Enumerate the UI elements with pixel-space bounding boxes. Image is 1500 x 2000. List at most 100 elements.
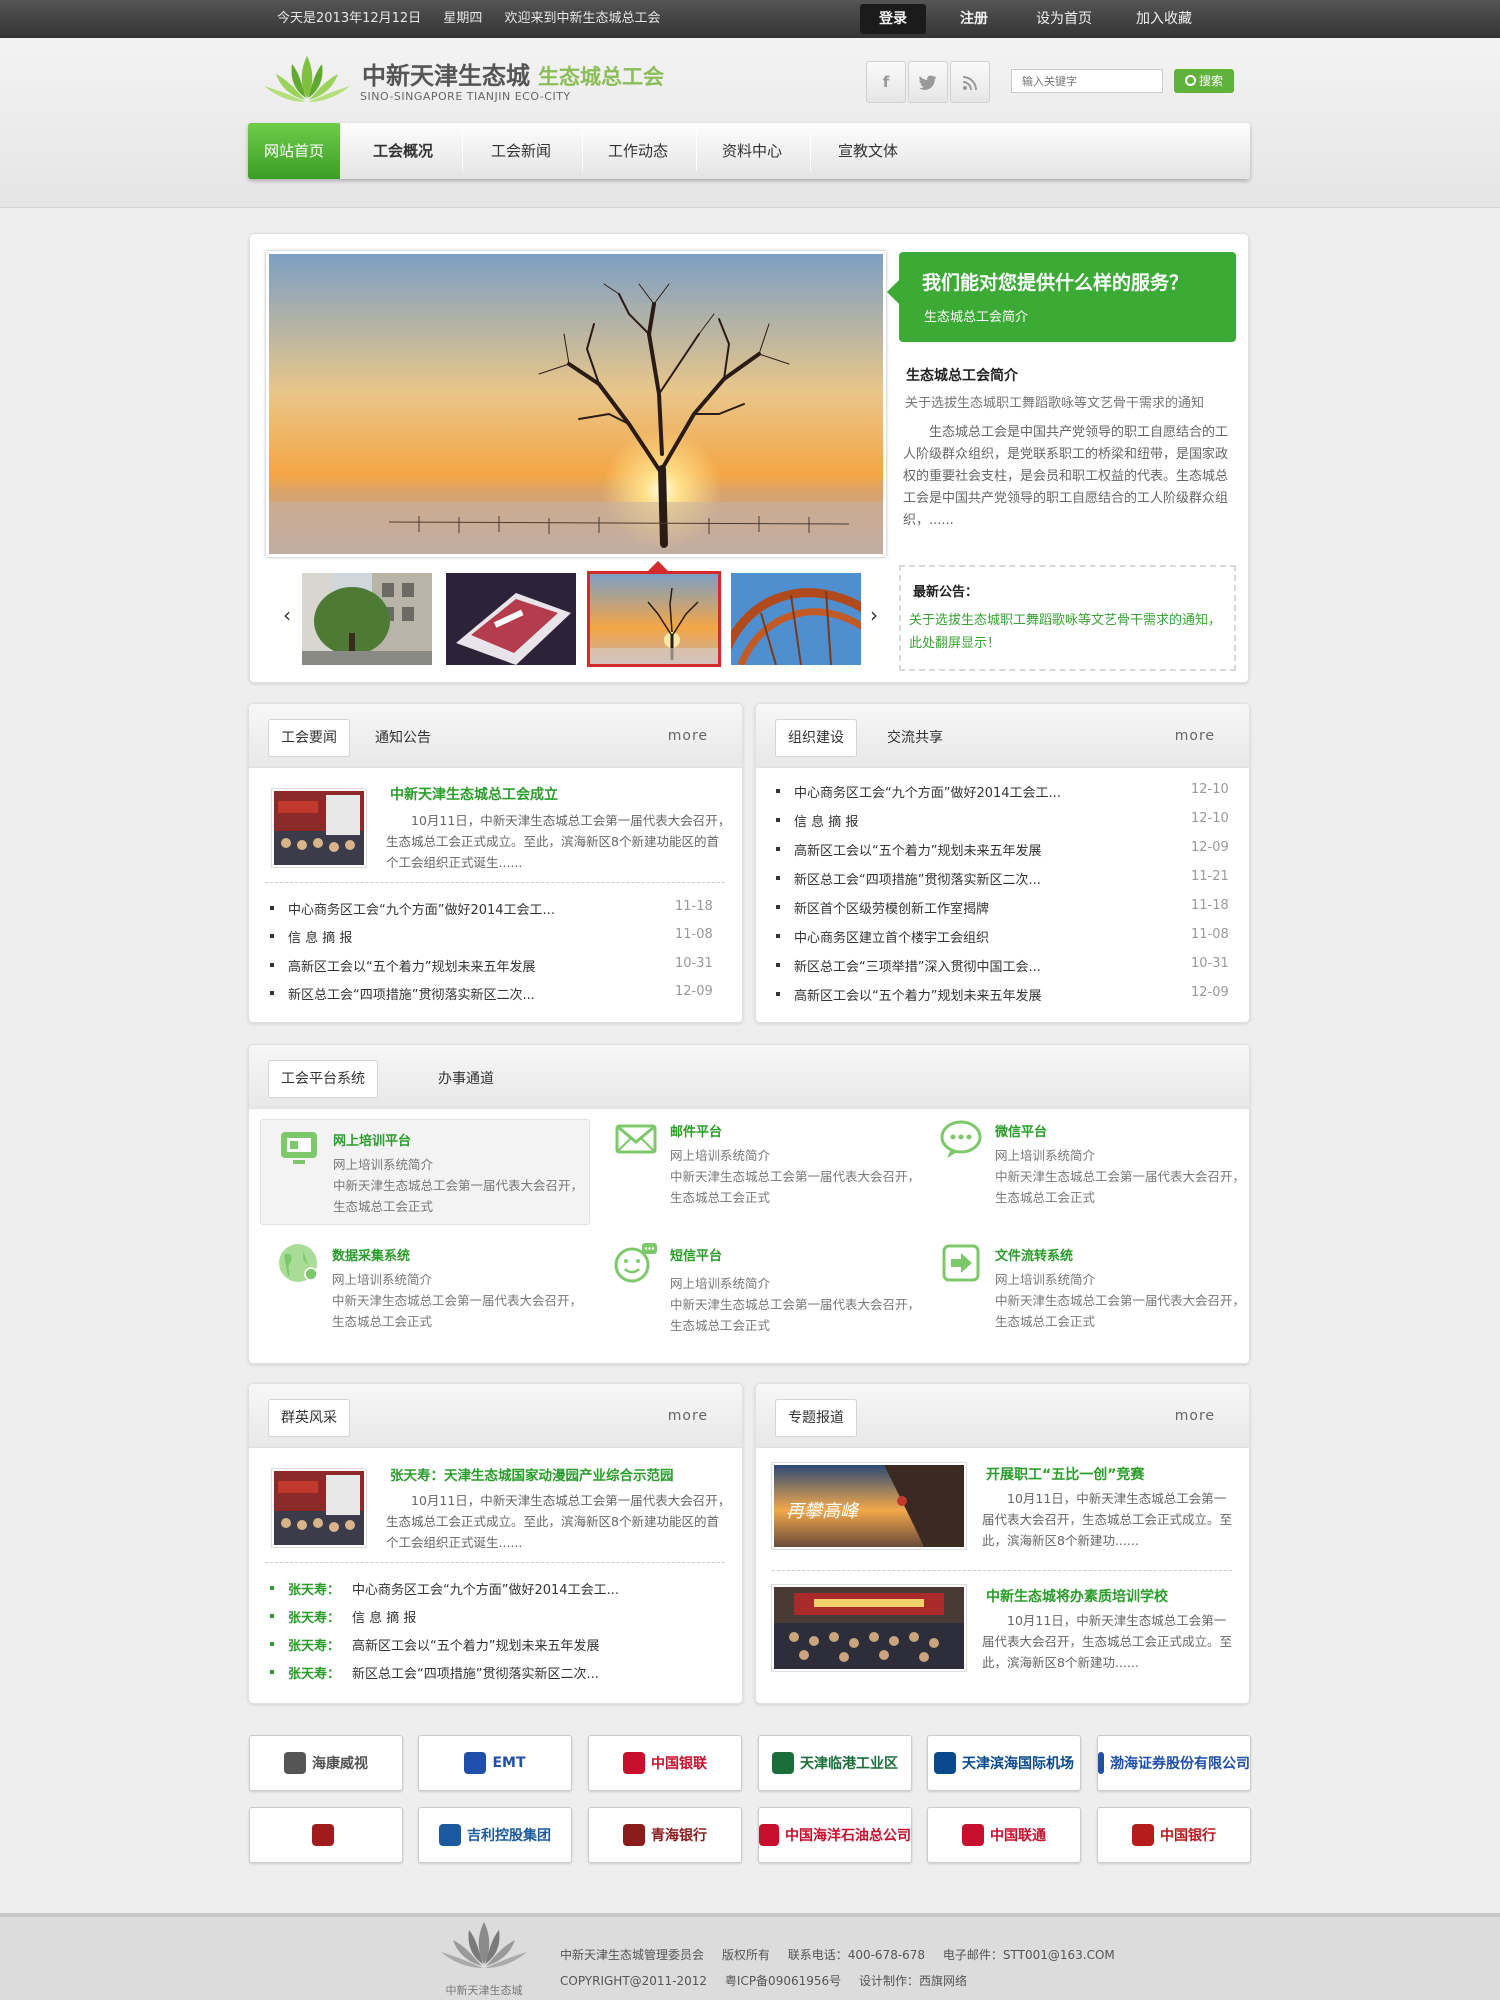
partner-logo[interactable]: 青海银行 (588, 1807, 742, 1863)
people-item[interactable]: 张天寿： 新区总工会“四项措施”贯彻落实新区二次... (270, 1662, 720, 1682)
partner-name: 天津滨海国际机场 (962, 1756, 1074, 1772)
partner-mark-icon (623, 1824, 645, 1846)
news-feature-image[interactable] (271, 788, 367, 868)
slider-thumb-3[interactable] (587, 571, 721, 667)
footer-email[interactable]: 电子邮件：STT001@163.COM (943, 1948, 1115, 1962)
platform-item-sms[interactable]: 短信平台 网上培训系统简介 中新天津生态城总工会第一届代表大会召开，生态城总工会正… (598, 1235, 928, 1341)
rss-icon[interactable] (950, 61, 990, 103)
people-item[interactable]: 张天寿： 中心商务区工会“九个方面”做好2014工会工... (270, 1578, 720, 1598)
tab-platform-system[interactable]: 工会平台系统 (268, 1060, 378, 1098)
partner-name: 中国银联 (651, 1756, 707, 1772)
tab-special-report[interactable]: 专题报道 (775, 1399, 857, 1437)
tab-org-building[interactable]: 组织建设 (775, 719, 857, 757)
platform-item-files[interactable]: 文件流转系统 网上培训系统简介 中新天津生态城总工会第一届代表大会召开，生态城总工… (923, 1235, 1253, 1341)
nav-work[interactable]: 工作动态 (586, 123, 690, 179)
intro-text: 生态城总工会是中国共产党领导的职工自愿结合的工人阶级群众组织，是党联系职工的桥梁… (903, 425, 1229, 528)
login-button[interactable]: 登录 (860, 4, 926, 34)
tab-service-channel[interactable]: 办事通道 (438, 1060, 494, 1098)
news-more-link[interactable]: more (668, 728, 708, 744)
partner-logo[interactable] (249, 1807, 403, 1863)
news-feature-title[interactable]: 中新天津生态城总工会成立 (390, 784, 558, 804)
people-item[interactable]: 张天寿： 高新区工会以“五个着力”规划未来五年发展 (270, 1634, 720, 1654)
top-info: 今天是2013年12月12日 星期四 欢迎来到中新生态城总工会 (277, 0, 678, 38)
org-item[interactable]: 中心商务区建立首个楼宇工会组织 11-08 (776, 926, 1236, 946)
slider-thumb-4[interactable] (731, 573, 861, 665)
favorite-link[interactable]: 加入收藏 (1124, 4, 1204, 34)
platform-panel: 工会平台系统 办事通道 网上培训平台 网上培训系统简介 中新天津生态城总工会第一届… (248, 1044, 1250, 1364)
org-item[interactable]: 中心商务区工会“九个方面”做好2014工会工... 12-10 (776, 781, 1236, 801)
slider-thumb-1[interactable] (302, 573, 432, 665)
nav-news[interactable]: 工会新闻 (466, 123, 576, 179)
special-image-2[interactable] (771, 1584, 967, 1672)
intro-subtitle[interactable]: 关于选拔生态城职工舞蹈歌咏等文艺骨干需求的通知 (905, 392, 1204, 411)
people-item[interactable]: 张天寿：信 息 摘 报 (270, 1606, 720, 1626)
nav-resources[interactable]: 资料中心 (700, 123, 804, 179)
special-panel: 专题报道 more 再攀高峰 开展职工“五比一创”竞赛 10月11日，中新天津生… (755, 1383, 1250, 1704)
people-feature-title[interactable]: 张天寿：天津生态城国家动漫园产业综合示范园 (390, 1464, 674, 1484)
special-title-2[interactable]: 中新生态城将办素质培训学校 (986, 1586, 1168, 1606)
news-item[interactable]: 中心商务区工会“九个方面”做好2014工会工... 11-18 (270, 898, 720, 918)
news-item[interactable]: 高新区工会以“五个着力”规划未来五年发展 10-31 (270, 955, 720, 975)
service-question: 我们能对您提供什么样的服务？ (922, 272, 1189, 294)
search-button[interactable]: 搜索 (1174, 69, 1234, 93)
intro-title[interactable]: 生态城总工会简介 (906, 365, 1018, 385)
tab-people[interactable]: 群英风采 (268, 1399, 350, 1437)
hero-image[interactable] (266, 251, 886, 557)
partner-logo[interactable]: EMT (418, 1735, 572, 1791)
register-link[interactable]: 注册 (944, 4, 1004, 34)
twitter-icon[interactable] (908, 61, 948, 103)
partner-logo[interactable]: 吉利控股集团 (418, 1807, 572, 1863)
special-image-1[interactable]: 再攀高峰 (771, 1462, 967, 1550)
search-input[interactable] (1011, 69, 1163, 93)
people-feature-image[interactable] (271, 1468, 367, 1548)
tab-union-news[interactable]: 工会要闻 (268, 719, 350, 757)
partner-logo[interactable]: 中国海洋石油总公司 (758, 1807, 912, 1863)
nav-overview[interactable]: 工会概况 (348, 123, 458, 179)
partner-logo[interactable]: 中国银行 (1097, 1807, 1251, 1863)
org-item[interactable]: 高新区工会以“五个着力”规划未来五年发展 12-09 (776, 984, 1236, 1004)
partner-mark-icon (312, 1824, 334, 1846)
org-item[interactable]: 高新区工会以“五个着力”规划未来五年发展 12-09 (776, 839, 1236, 859)
platform-item-mail[interactable]: 邮件平台 网上培训系统简介 中新天津生态城总工会第一届代表大会召开，生态城总工会正… (598, 1111, 928, 1217)
tab-notices[interactable]: 通知公告 (375, 719, 431, 757)
org-more-link[interactable]: more (1175, 728, 1215, 744)
platform-item-training[interactable]: 网上培训平台 网上培训系统简介 中新天津生态城总工会第一届代表大会召开，生态城总工… (260, 1119, 590, 1225)
people-more-link[interactable]: more (668, 1408, 708, 1424)
partner-logo[interactable]: 天津滨海国际机场 (927, 1735, 1081, 1791)
news-feature-text: 10月11日，中新天津生态城总工会第一届代表大会召开，生态城总工会正式成立。至此… (386, 813, 731, 870)
platform-item-wechat[interactable]: 微信平台 网上培训系统简介 中新天津生态城总工会第一届代表大会召开，生态城总工会正… (923, 1111, 1253, 1217)
partner-name: 中国银行 (1160, 1828, 1216, 1844)
notice-text[interactable]: 关于选拔生态城职工舞蹈歌咏等文艺骨干需求的通知，此处翻屏显示！ (909, 609, 1229, 655)
tab-exchange[interactable]: 交流共享 (887, 719, 943, 757)
partner-logo[interactable]: 中国银联 (588, 1735, 742, 1791)
service-sub-link[interactable]: 生态城总工会简介 (924, 306, 1028, 325)
news-item[interactable]: 信 息 摘 报 11-08 (270, 926, 720, 946)
org-item[interactable]: 信 息 摘 报 12-10 (776, 810, 1236, 830)
footer-design[interactable]: 设计制作：西旗网络 (859, 1974, 967, 1988)
nav-home[interactable]: 网站首页 (248, 123, 340, 179)
logo-cn-text: 中新天津生态城 (362, 62, 530, 90)
partner-logo[interactable]: 中国联通 (927, 1807, 1081, 1863)
facebook-icon[interactable]: f (866, 61, 906, 103)
service-box[interactable]: 我们能对您提供什么样的服务？ 生态城总工会简介 (887, 252, 1236, 342)
special-title-1[interactable]: 开展职工“五比一创”竞赛 (986, 1464, 1144, 1484)
site-logo[interactable]: 中新天津生态城 生态城总工会 SINO-SINGAPORE TIANJIN ECO… (262, 52, 712, 108)
chat-icon (940, 1120, 982, 1158)
set-home-link[interactable]: 设为首页 (1024, 4, 1104, 34)
news-item[interactable]: 新区总工会“四项措施”贯彻落实新区二次... 12-09 (270, 983, 720, 1003)
org-item[interactable]: 新区总工会“三项举措”深入贯彻中国工会... 10-31 (776, 955, 1236, 975)
partner-name: 青海银行 (651, 1828, 707, 1844)
platform-item-data[interactable]: 数据采集系统 网上培训系统简介 中新天津生态城总工会第一届代表大会召开，生态城总工… (260, 1235, 590, 1341)
partner-logo[interactable]: 天津临港工业区 (758, 1735, 912, 1791)
slider-thumb-2[interactable] (446, 573, 576, 665)
special-more-link[interactable]: more (1175, 1408, 1215, 1424)
org-item[interactable]: 新区首个区级劳模创新工作室揭牌 11-18 (776, 897, 1236, 917)
partner-logo[interactable]: 渤海证券股份有限公司 (1097, 1735, 1251, 1791)
footer-icp[interactable]: 粤ICP备09061956号 (725, 1974, 841, 1988)
partner-logo[interactable]: 海康威视 (249, 1735, 403, 1791)
slider-prev-arrow-icon[interactable]: ‹ (277, 603, 297, 627)
org-item[interactable]: 新区总工会“四项措施”贯彻落实新区二次... 11-21 (776, 868, 1236, 888)
nav-culture[interactable]: 宣教文体 (814, 123, 922, 179)
slider-next-arrow-icon[interactable]: › (864, 603, 884, 627)
monitor-icon (281, 1132, 317, 1164)
